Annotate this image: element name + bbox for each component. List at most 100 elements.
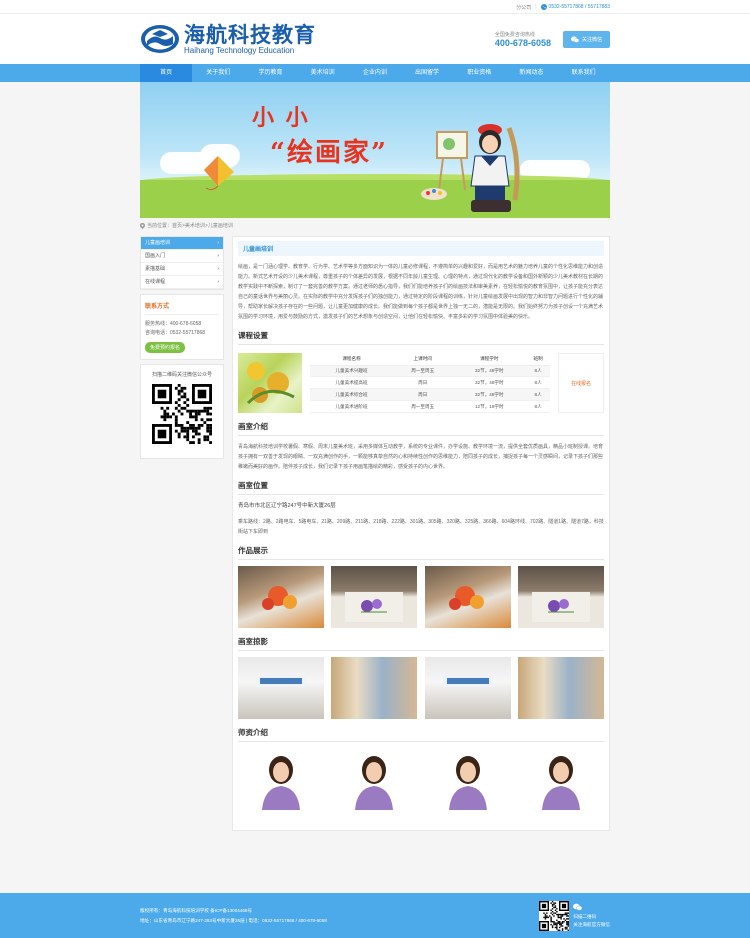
section-title-photos: 画室掠影 — [238, 631, 604, 651]
sidebar-item-label: 国画入门 — [145, 253, 166, 259]
course-cell: 儿童美术兴趣班 — [310, 365, 394, 378]
table-row: 儿童美术综合班 周日 32节，48学时 8人 — [310, 388, 550, 402]
follow-wechat-label: 关注微信 — [581, 36, 602, 43]
signup-button[interactable]: 免费预约报名 — [145, 342, 186, 353]
location-pin-icon — [140, 223, 145, 229]
nav-item-contact[interactable]: 联系我们 — [558, 64, 610, 82]
course-image — [238, 353, 302, 413]
chevron-right-icon: › — [217, 266, 219, 272]
lavender-artwork-illustration — [345, 592, 404, 622]
teacher-photo[interactable] — [331, 748, 418, 810]
phone-icon — [540, 4, 547, 10]
teacher-portrait-illustration — [541, 756, 580, 810]
divider: | — [535, 4, 537, 10]
office-wall-illustration — [442, 675, 493, 687]
sidebar-item-children-drawing[interactable]: 儿童画培训 › — [141, 237, 223, 250]
course-header: 班制 — [526, 353, 550, 366]
branch-link[interactable]: 分公司 — [516, 4, 531, 11]
main-nav: 首页 关于我们 学历教育 美术培训 企业内训 出国留学 职业资格 新闻动态 联系… — [0, 64, 750, 82]
address-text: 青岛市市北区辽宁路247号中新大厦26层 — [238, 503, 336, 509]
footer-address: 地址：山东省青岛市辽宁路247-263号中新大厦26层 | 电话：0532-55… — [140, 917, 327, 923]
studio-photo[interactable] — [424, 657, 511, 719]
sidebar-item-sketch[interactable]: 素描基础 › — [141, 263, 223, 276]
footer-wechat-line2: 关注海航官方微信 — [573, 921, 610, 927]
hotline-label: 全国免费咨询热线 — [494, 31, 535, 38]
course-cell: 32节，48学时 — [452, 388, 527, 402]
nav-item-corporate[interactable]: 企业内训 — [349, 64, 401, 82]
teacher-photo[interactable] — [424, 748, 511, 810]
sidebar-item-chinese-painting[interactable]: 国画入门 › — [141, 250, 223, 263]
teacher-portrait-illustration — [448, 756, 487, 810]
intro-text: 绘画，是一门涵心理学、教育学、行为学、艺术学等多方面知识为一体的儿童必修课程，不… — [238, 264, 604, 320]
teacher-portrait-illustration — [262, 756, 300, 810]
studio-text: 青岛海航科技培训学校暑假、寒假、周末儿童美术班，采用多媒体互动教学，系统的专业课… — [238, 444, 604, 470]
nav-item-study-abroad[interactable]: 出国留学 — [401, 64, 453, 82]
palette-icon — [421, 188, 447, 200]
section-title-works: 作品展示 — [238, 540, 604, 560]
logo-subtitle: Haihang Technology Education — [184, 45, 295, 55]
course-cell: 周一至周五 — [393, 400, 453, 413]
nav-item-home[interactable]: 首页 — [140, 64, 193, 82]
nav-item-news[interactable]: 新闻动态 — [505, 64, 557, 82]
studio-photo[interactable] — [238, 657, 324, 719]
works-photo[interactable] — [517, 566, 604, 628]
footer: 版权所有：青岛海航科技培训学校 备ICP备13004468号 地址：山东省青岛市… — [0, 893, 750, 938]
footer-wechat-line1: 扫描二维码 — [573, 913, 597, 919]
course-cell: 周日 — [393, 388, 453, 402]
table-row: 儿童美术兴趣班 周一至周五 32节，48学时 8人 — [310, 365, 550, 378]
contact-hotline: 服务热线：400-678-6058 — [145, 321, 202, 327]
works-photo[interactable] — [238, 566, 324, 628]
table-row: 儿童美术提高班 周日 32节，48学时 8人 — [310, 376, 550, 390]
nav-item-degree[interactable]: 学历教育 — [244, 64, 296, 82]
sidebar-menu: 儿童画培训 › 国画入门 › 素描基础 › 在线课程 › — [140, 236, 224, 290]
contact-title: 联系方式 — [145, 301, 219, 315]
qr-box: 扫描二维码关注微信公众号 — [140, 364, 224, 459]
course-cell: 周一至周五 — [393, 365, 453, 378]
lavender-artwork-illustration — [531, 592, 590, 622]
contact-phone: 咨询电话：0532-55717868 — [145, 330, 206, 336]
works-photo[interactable] — [331, 566, 418, 628]
course-cell: 12节，18学时 — [452, 400, 527, 413]
course-header: 课程学时 — [452, 353, 527, 366]
sidebar-item-label: 儿童画培训 — [145, 240, 171, 246]
wechat-icon — [570, 36, 579, 43]
girl-painter-illustration — [436, 124, 520, 212]
breadcrumb-path[interactable]: 当前位置：首页>美术培训>儿童画培训 — [147, 218, 233, 234]
nav-item-about[interactable]: 关于我们 — [192, 64, 244, 82]
flower-artwork-illustration — [448, 586, 484, 610]
course-cell: 8人 — [526, 388, 550, 402]
section-title-courses: 课程设置 — [238, 325, 604, 345]
header: 海航科技教育 Haihang Technology Education 全国免费… — [0, 14, 750, 64]
course-cell: 周日 — [393, 376, 453, 390]
logo[interactable]: 海航科技教育 Haihang Technology Education — [140, 24, 316, 55]
sidebar-item-online-courses[interactable]: 在线课程 › — [141, 276, 223, 289]
studio-photo[interactable] — [331, 657, 418, 719]
teacher-photo[interactable] — [517, 748, 604, 810]
chevron-right-icon: › — [217, 240, 219, 246]
wechat-icon — [573, 903, 583, 911]
hotline: 全国免费咨询热线 400-678-6058 — [495, 31, 551, 48]
breadcrumb: 当前位置：首页>美术培训>儿童画培训 — [140, 218, 610, 234]
sidebar: 儿童画培训 › 国画入门 › 素描基础 › 在线课程 › 联系方式 服务热线：400-6… — [140, 236, 224, 831]
qr-code-icon — [152, 384, 212, 444]
nav-item-qualification[interactable]: 职业资格 — [453, 64, 505, 82]
online-signup-link[interactable]: 在线报名 — [558, 353, 604, 413]
qr-title: 扫描二维码关注微信公众号 — [151, 372, 212, 378]
section-title-location: 画室位置 — [238, 475, 604, 495]
page-title: 儿童画培训 — [238, 241, 604, 256]
top-phone: 0532-55717868 / 55717883 — [540, 4, 610, 10]
top-bar: 分公司 | 0532-55717868 / 55717883 — [0, 0, 750, 14]
teacher-photo[interactable] — [238, 748, 324, 810]
course-cell: 儿童美术提高班 — [310, 376, 394, 390]
banner-title-line1: 小 小 — [252, 105, 310, 131]
studio-photo[interactable] — [517, 657, 604, 719]
top-phone-number: 0532-55717868 / 55717883 — [548, 4, 610, 10]
table-row: 儿童美术进阶班 周一至周五 12节，18学时 8人 — [310, 400, 550, 413]
nav-item-art[interactable]: 美术培训 — [297, 64, 349, 82]
follow-wechat-button[interactable]: 关注微信 — [562, 30, 610, 48]
teacher-portrait-illustration — [355, 756, 394, 810]
course-cell: 32节，48学时 — [452, 365, 527, 378]
works-photo[interactable] — [424, 566, 511, 628]
sidebar-item-label: 素描基础 — [145, 266, 166, 272]
footer-copyright: 版权所有：青岛海航科技培训学校 备ICP备13004468号 — [140, 907, 253, 913]
